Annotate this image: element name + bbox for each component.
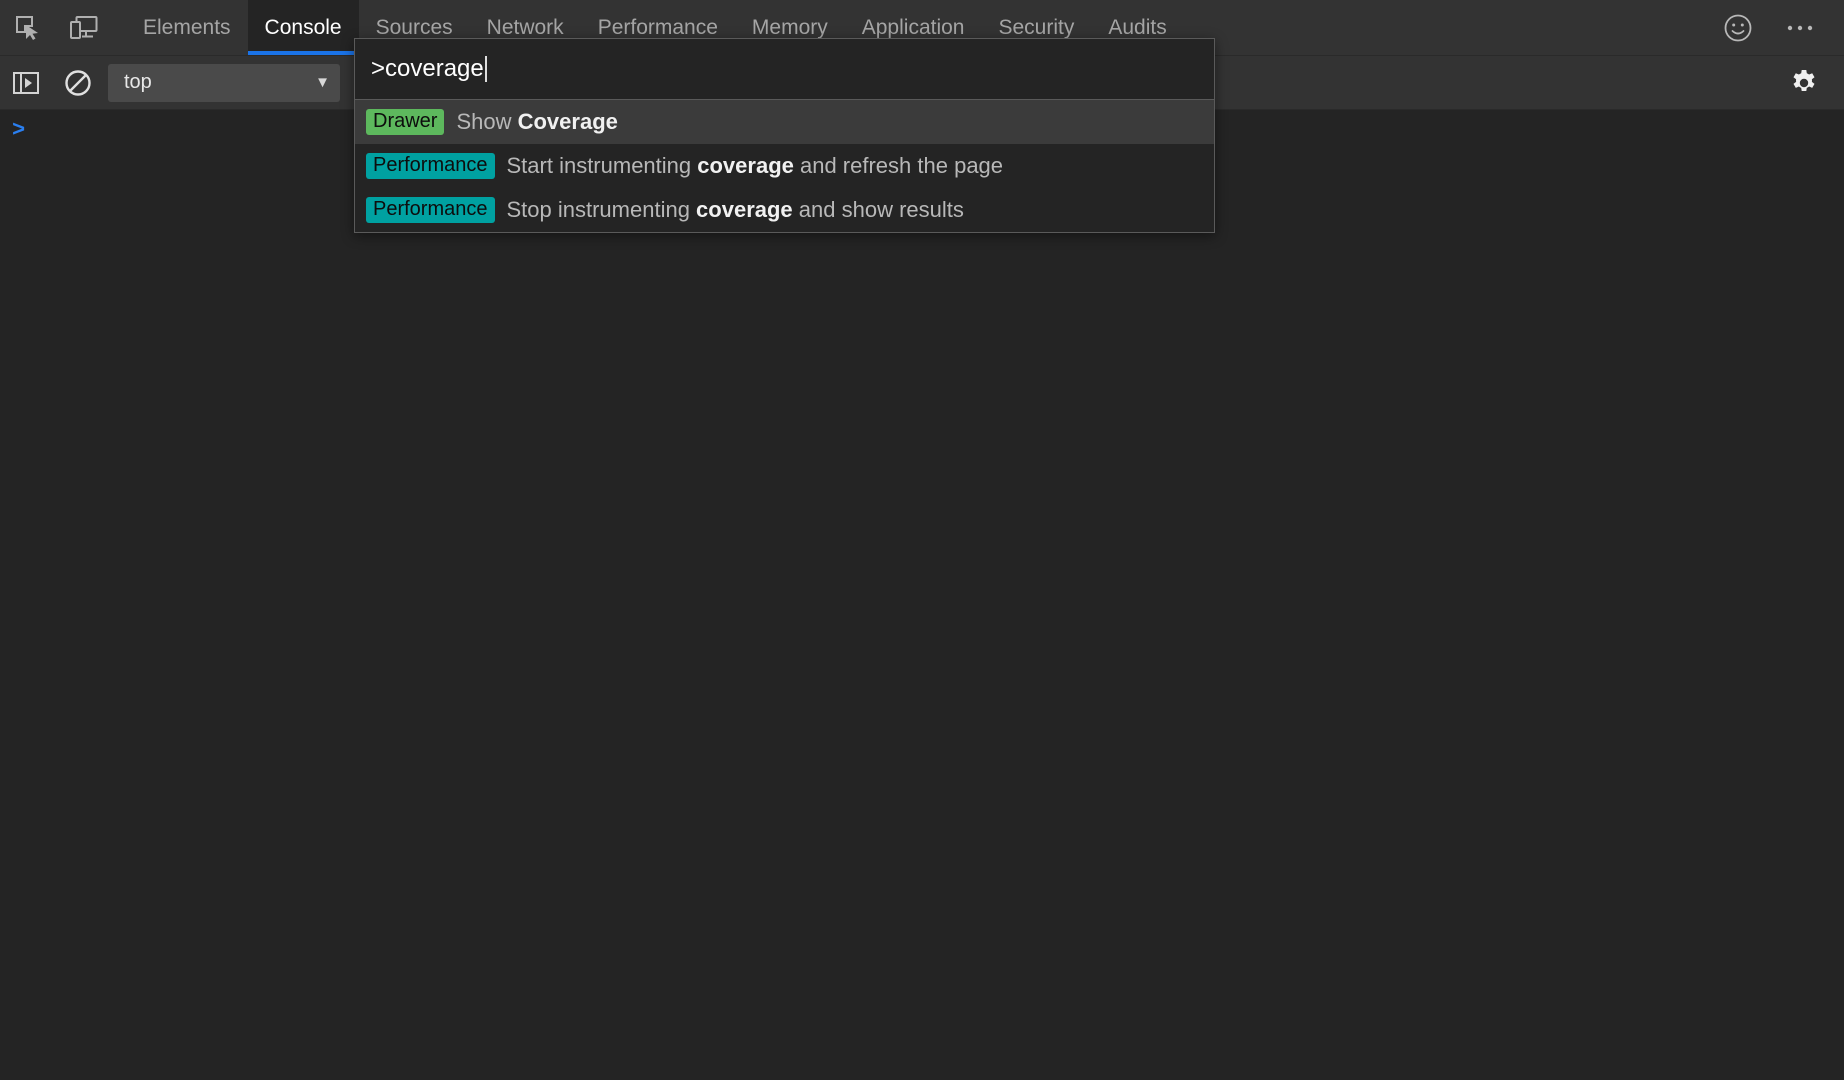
tab-label: Memory [752, 16, 828, 40]
tab-console[interactable]: Console [248, 0, 359, 55]
status-badge: Performance [366, 153, 495, 179]
command-menu-input[interactable]: >coverage [371, 55, 487, 83]
more-options-icon[interactable] [1774, 2, 1826, 54]
suggestion-show-coverage[interactable]: Drawer Show Coverage [355, 100, 1214, 144]
status-badge: Performance [366, 197, 495, 223]
suggestion-label: Stop instrumenting coverage and show res… [507, 197, 964, 223]
text-cursor [485, 56, 487, 82]
status-badge: Drawer [366, 109, 444, 135]
clear-console-icon[interactable] [52, 56, 104, 110]
suggestion-stop-instrumenting-coverage[interactable]: Performance Stop instrumenting coverage … [355, 188, 1214, 232]
tab-elements[interactable]: Elements [126, 0, 248, 55]
smiley-face-icon[interactable] [1712, 2, 1764, 54]
suggestion-match: coverage [696, 197, 793, 222]
devtools-window: Elements Console Sources Network Perform… [0, 0, 1844, 1080]
tab-label: Application [862, 16, 965, 40]
command-menu-dialog: >coverage Drawer Show Coverage Performan… [354, 38, 1215, 233]
prompt-chevron-icon: > [12, 120, 25, 142]
gear-icon[interactable] [1778, 56, 1830, 110]
suggestion-prefix: Show [456, 109, 517, 134]
tab-label: Performance [598, 16, 718, 40]
tabbar-actions [1712, 0, 1844, 55]
command-menu-input-value: >coverage [371, 55, 484, 83]
suggestion-prefix: Stop instrumenting [507, 197, 697, 222]
execution-context-value: top [124, 71, 152, 94]
suggestion-suffix: and show results [793, 197, 964, 222]
tab-label: Elements [143, 16, 231, 40]
suggestion-match: Coverage [518, 109, 618, 134]
tab-label: Audits [1108, 16, 1166, 40]
command-menu-suggestions: Drawer Show Coverage Performance Start i… [355, 100, 1214, 232]
tab-label: Network [487, 16, 564, 40]
console-output-area[interactable]: > [0, 110, 1844, 1080]
suggestion-suffix: and refresh the page [794, 153, 1003, 178]
suggestion-label: Start instrumenting coverage and refresh… [507, 153, 1004, 179]
command-menu-input-wrap[interactable]: >coverage [355, 39, 1214, 100]
suggestion-start-instrumenting-coverage[interactable]: Performance Start instrumenting coverage… [355, 144, 1214, 188]
suggestion-match: coverage [697, 153, 794, 178]
suggestion-prefix: Start instrumenting [507, 153, 698, 178]
console-settings-wrap [1778, 56, 1844, 110]
tab-label: Sources [376, 16, 453, 40]
device-toolbar-icon[interactable] [56, 0, 112, 55]
execution-context-selector[interactable]: top ▼ [108, 64, 340, 102]
show-console-sidebar-icon[interactable] [0, 56, 52, 110]
inspect-element-icon[interactable] [0, 0, 56, 55]
tab-label: Security [998, 16, 1074, 40]
tab-label: Console [265, 16, 342, 40]
chevron-down-icon: ▼ [315, 74, 330, 91]
suggestion-label: Show Coverage [456, 109, 617, 135]
